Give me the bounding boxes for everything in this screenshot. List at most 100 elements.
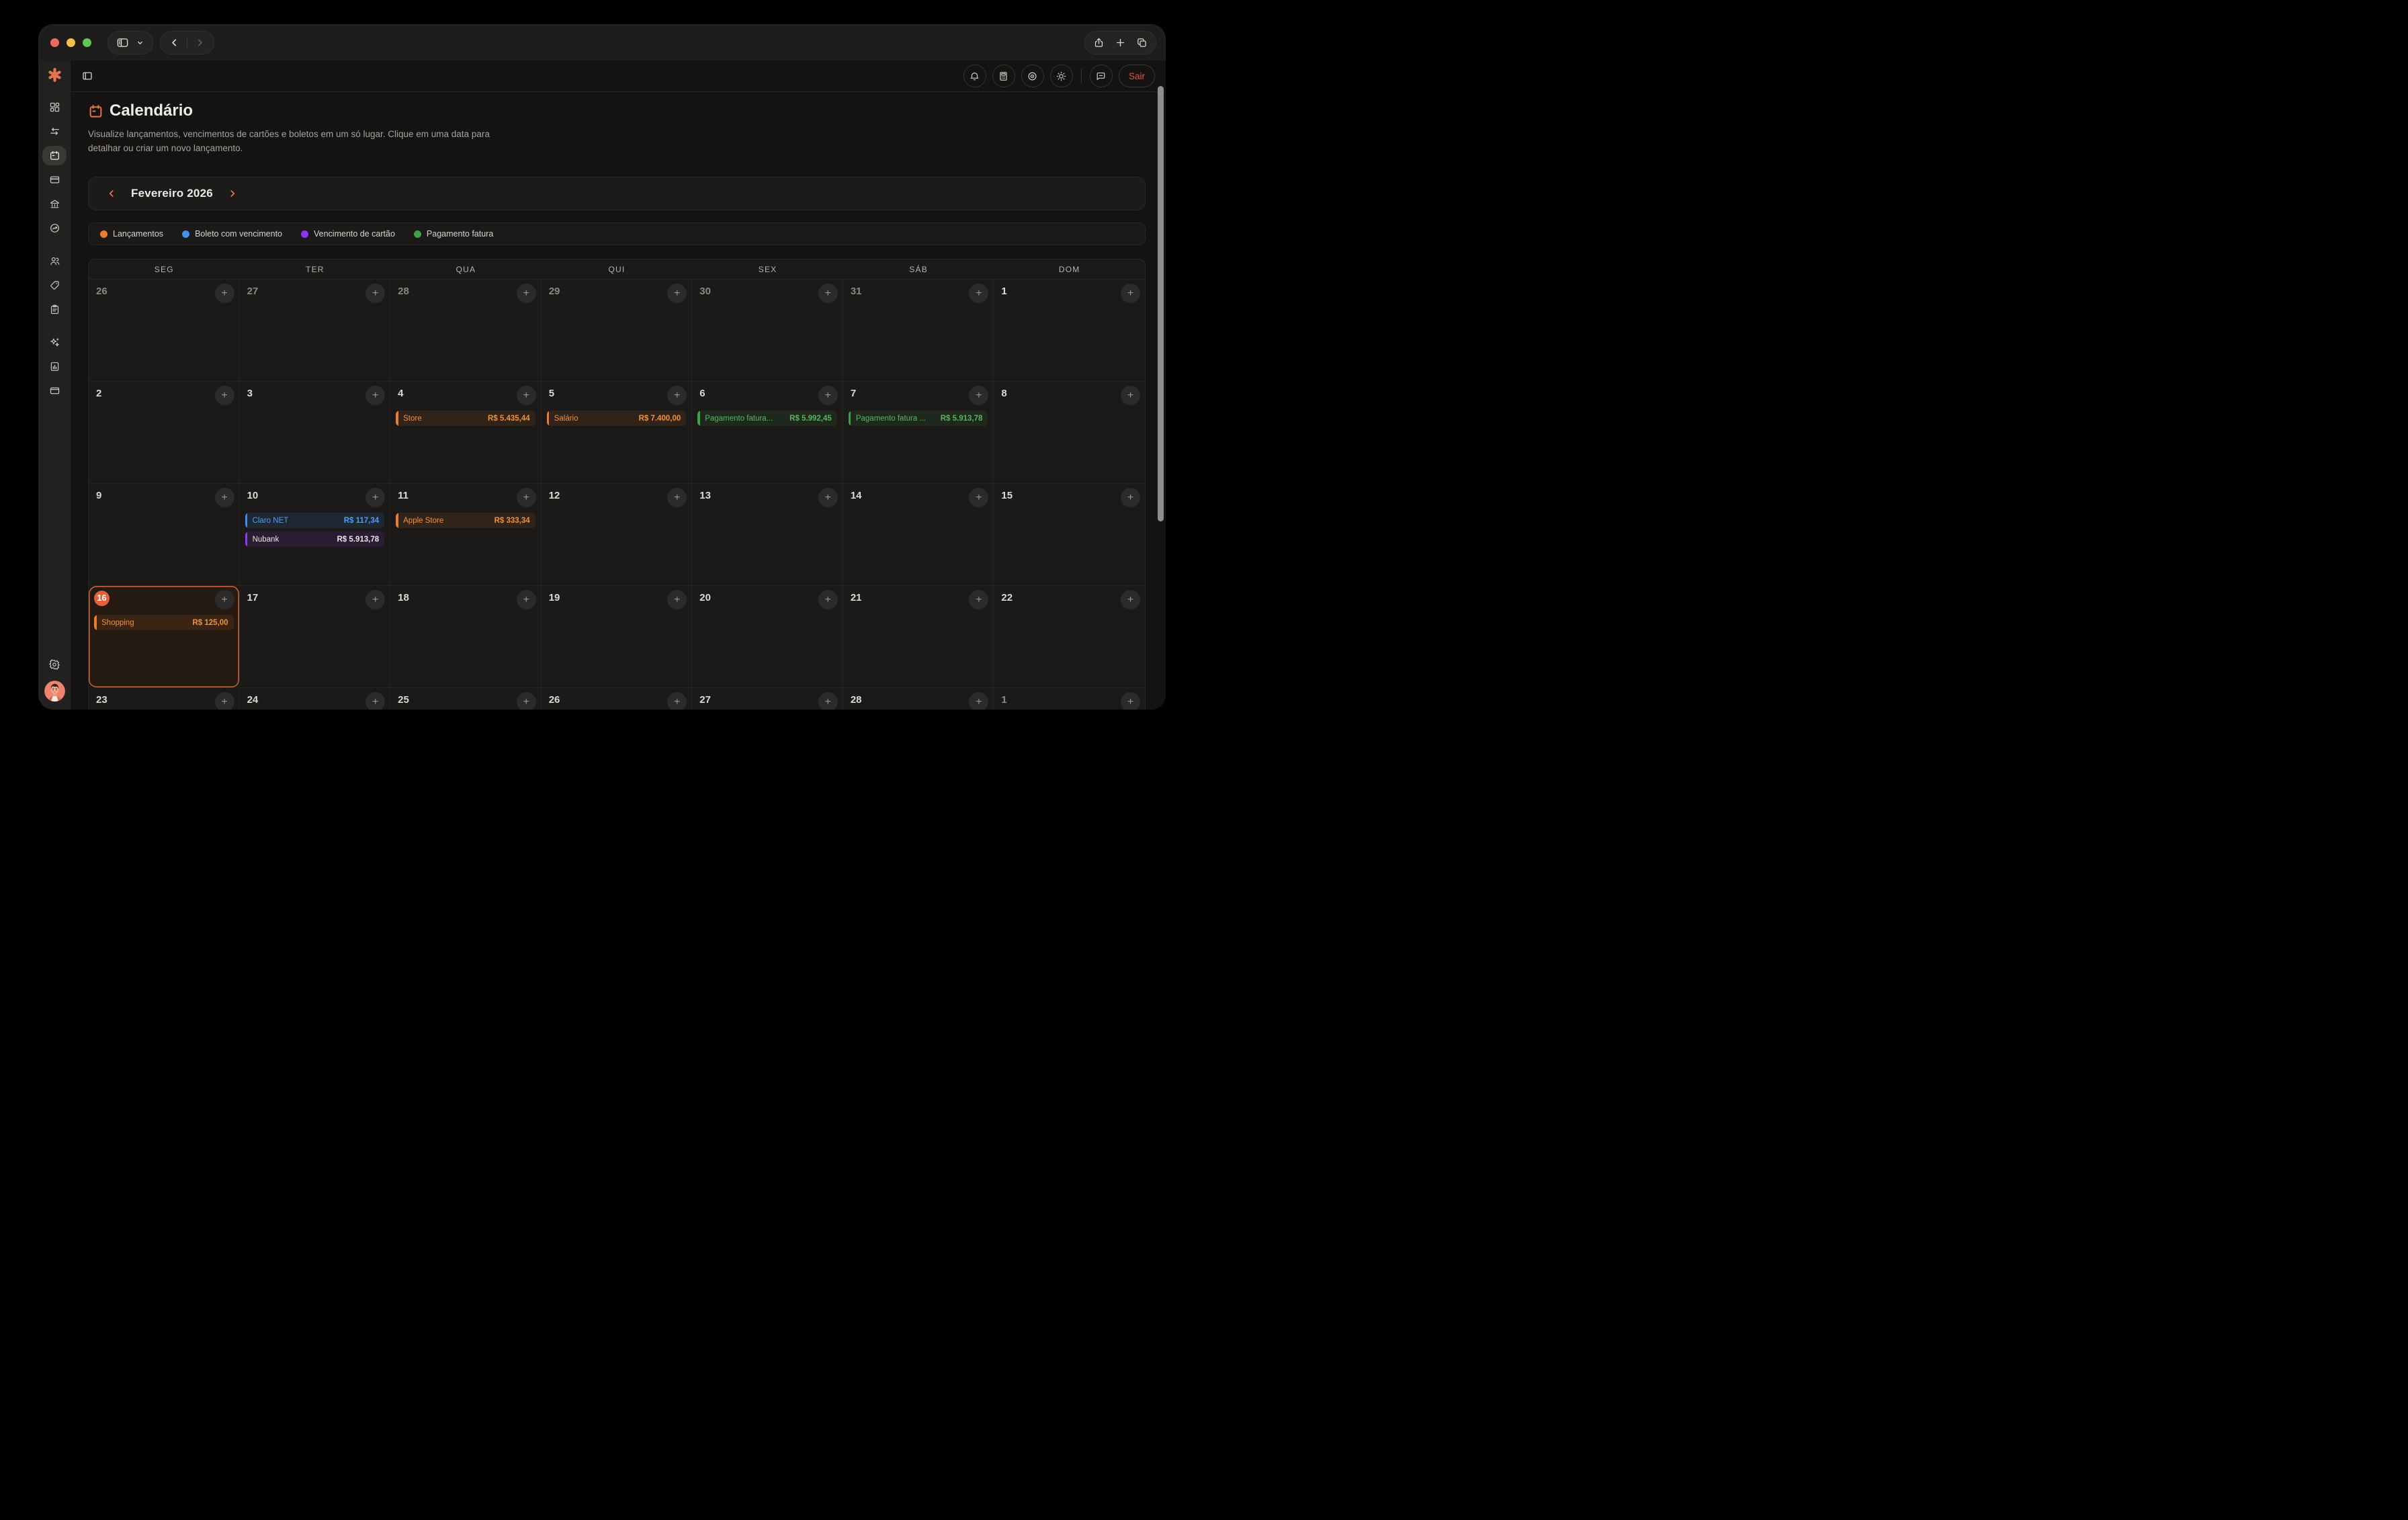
close-window-button[interactable]	[50, 38, 59, 47]
logout-button[interactable]: Sair	[1119, 65, 1155, 87]
sidebar-item-transactions[interactable]	[42, 122, 67, 141]
calendar-day-cell[interactable]: 31+	[843, 280, 994, 382]
calendar-day-cell[interactable]: 6+Pagamento fatura...R$ 5.992,45	[692, 382, 843, 484]
add-event-button[interactable]: +	[215, 692, 234, 710]
share-icon[interactable]	[1093, 37, 1105, 48]
sidebar-toggle-icon[interactable]	[116, 36, 129, 49]
calendar-day-cell[interactable]: 24+	[240, 688, 391, 710]
add-event-button[interactable]: +	[215, 386, 234, 405]
add-event-button[interactable]: +	[517, 590, 536, 609]
add-event-button[interactable]: +	[667, 692, 687, 710]
calendar-day-cell[interactable]: 10+Claro NETR$ 117,34NubankR$ 5.913,78	[240, 484, 391, 586]
calendar-day-cell[interactable]: 26+	[542, 688, 693, 710]
event-chip[interactable]: Pagamento fatura...R$ 5.992,45	[697, 411, 837, 426]
add-event-button[interactable]: +	[667, 386, 687, 405]
calendar-day-cell[interactable]: 28+	[390, 280, 542, 382]
new-tab-icon[interactable]	[1115, 37, 1126, 48]
sidebar-item-notes[interactable]	[42, 300, 67, 319]
add-event-button[interactable]: +	[818, 284, 838, 303]
app-logo-asterisk-icon[interactable]	[47, 67, 62, 83]
calendar-day-cell[interactable]: 18+	[390, 586, 542, 688]
calendar-day-cell[interactable]: 17+	[240, 586, 391, 688]
calendar-day-cell[interactable]: 27+	[692, 688, 843, 710]
sidebar-item-performance[interactable]	[42, 218, 67, 238]
sidebar-item-accounts[interactable]	[42, 381, 67, 400]
calendar-day-cell[interactable]: 23+	[89, 688, 240, 710]
calendar-day-cell[interactable]: 11+Apple StoreR$ 333,34	[390, 484, 542, 586]
calendar-day-cell[interactable]: 20+	[692, 586, 843, 688]
sidebar-item-tags[interactable]	[42, 276, 67, 295]
calendar-day-cell[interactable]: 1+	[994, 280, 1145, 382]
calendar-day-cell[interactable]: 21+	[843, 586, 994, 688]
add-event-button[interactable]: +	[366, 590, 385, 609]
previous-month-chevron-icon[interactable]	[106, 188, 117, 199]
add-event-button[interactable]: +	[517, 284, 536, 303]
calendar-day-cell[interactable]: 9+	[89, 484, 240, 586]
event-chip[interactable]: Claro NETR$ 117,34	[245, 513, 385, 528]
add-event-button[interactable]: +	[667, 488, 687, 507]
add-event-button[interactable]: +	[818, 386, 838, 405]
add-event-button[interactable]: +	[215, 488, 234, 507]
calendar-day-cell[interactable]: 14+	[843, 484, 994, 586]
next-month-chevron-icon[interactable]	[227, 188, 238, 199]
add-event-button[interactable]: +	[1121, 386, 1140, 405]
add-event-button[interactable]: +	[215, 590, 234, 609]
sidebar-item-banks[interactable]	[42, 194, 67, 214]
calendar-day-cell[interactable]: 13+	[692, 484, 843, 586]
add-event-button[interactable]: +	[667, 284, 687, 303]
calendar-day-cell[interactable]: 4+StoreR$ 5.435,44	[390, 382, 542, 484]
event-chip[interactable]: ShoppingR$ 125,00	[94, 615, 234, 630]
feedback-chat-icon[interactable]	[1090, 65, 1113, 87]
privacy-eye-icon[interactable]	[1021, 65, 1044, 87]
calendar-day-cell[interactable]: 29+	[542, 280, 693, 382]
calendar-day-cell[interactable]: 7+Pagamento fatura ...R$ 5.913,78	[843, 382, 994, 484]
add-event-button[interactable]: +	[517, 488, 536, 507]
scrollbar-thumb[interactable]	[1158, 86, 1164, 521]
light-theme-sun-icon[interactable]	[1050, 65, 1073, 87]
add-event-button[interactable]: +	[818, 590, 838, 609]
add-event-button[interactable]: +	[1121, 692, 1140, 710]
calendar-day-cell[interactable]: 8+	[994, 382, 1145, 484]
calendar-day-cell[interactable]: 5+SalárioR$ 7.400,00	[542, 382, 693, 484]
event-chip[interactable]: Apple StoreR$ 333,34	[396, 513, 535, 528]
add-event-button[interactable]: +	[517, 386, 536, 405]
tab-overview-icon[interactable]	[1136, 37, 1148, 48]
calendar-day-cell[interactable]: 25+	[390, 688, 542, 710]
sidebar-item-ai-assistant[interactable]	[42, 333, 67, 352]
add-event-button[interactable]: +	[818, 488, 838, 507]
calendar-day-cell[interactable]: 27+	[240, 280, 391, 382]
user-avatar[interactable]	[44, 681, 65, 702]
calendar-day-cell[interactable]: 15+	[994, 484, 1145, 586]
add-event-button[interactable]: +	[969, 590, 988, 609]
event-chip[interactable]: Pagamento fatura ...R$ 5.913,78	[849, 411, 988, 426]
calendar-day-cell[interactable]: 30+	[692, 280, 843, 382]
sidebar-item-users[interactable]	[42, 251, 67, 271]
sidebar-item-cards[interactable]	[42, 170, 67, 189]
chevron-down-icon[interactable]	[136, 38, 144, 47]
calendar-day-cell[interactable]: 28+	[843, 688, 994, 710]
add-event-button[interactable]: +	[969, 692, 988, 710]
forward-icon[interactable]	[194, 37, 206, 48]
event-chip[interactable]: NubankR$ 5.913,78	[245, 532, 385, 547]
add-event-button[interactable]: +	[969, 284, 988, 303]
calendar-day-cell[interactable]: 2+	[89, 382, 240, 484]
add-event-button[interactable]: +	[1121, 488, 1140, 507]
calculator-icon[interactable]	[992, 65, 1015, 87]
calendar-day-cell[interactable]: 22+	[994, 586, 1145, 688]
add-event-button[interactable]: +	[969, 386, 988, 405]
calendar-day-cell[interactable]: 16+ShoppingR$ 125,00	[89, 586, 240, 688]
add-event-button[interactable]: +	[366, 284, 385, 303]
add-event-button[interactable]: +	[818, 692, 838, 710]
sidebar-item-dashboard[interactable]	[42, 97, 67, 117]
add-event-button[interactable]: +	[366, 488, 385, 507]
event-chip[interactable]: SalárioR$ 7.400,00	[547, 411, 687, 426]
sidebar-item-reports[interactable]	[42, 357, 67, 376]
sidebar-item-calendar[interactable]	[42, 146, 67, 165]
panel-toggle-icon[interactable]	[81, 70, 93, 82]
add-event-button[interactable]: +	[366, 692, 385, 710]
calendar-day-cell[interactable]: 1+	[994, 688, 1145, 710]
add-event-button[interactable]: +	[667, 590, 687, 609]
add-event-button[interactable]: +	[366, 386, 385, 405]
calendar-day-cell[interactable]: 12+	[542, 484, 693, 586]
add-event-button[interactable]: +	[215, 284, 234, 303]
